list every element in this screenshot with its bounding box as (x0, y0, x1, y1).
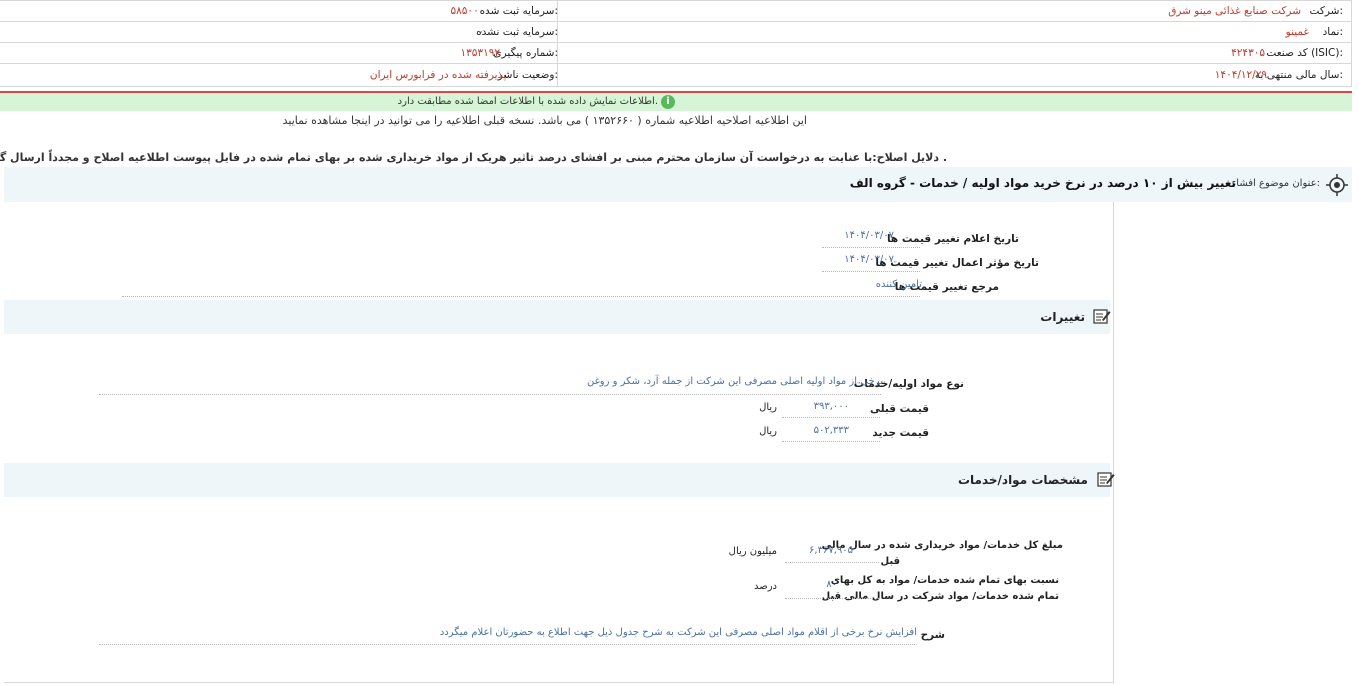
total-amount-unit: میلیون ریال (728, 546, 777, 557)
old-price-underline (782, 417, 880, 418)
old-price-value: ۳۹۳,۰۰۰ (813, 401, 849, 412)
reference-underline (122, 296, 920, 297)
old-price-label: قیمت قبلی (869, 403, 929, 415)
company-value: شرکت صنایع غذائی مینو شرق (1168, 5, 1301, 17)
reference-value: تامین کننده (875, 279, 922, 290)
fiscal-year-label: سال مالی منتهی به: (1254, 69, 1343, 81)
correction-reason: دلایل اصلاح:با عنایت به درخواست آن سازما… (0, 151, 947, 164)
ratio-label: نسبت بهای تمام شده خدمات/ مواد به کل بها… (830, 575, 1059, 586)
symbol-value: غمینو (1285, 26, 1309, 38)
new-price-underline (782, 441, 880, 442)
symbol-label: نماد: (1322, 26, 1343, 38)
isic-label: کد صنعت (ISIC): (1266, 47, 1343, 59)
description-label: شرح (920, 629, 945, 641)
subject-label: عنوان موضوع افشاء: (1231, 178, 1320, 189)
effective-date-value: ۱۴۰۴/۰۳/۰۷ (844, 254, 894, 265)
edit-icon (1093, 309, 1111, 324)
announce-date-label: تاریخ اعلام تغییر قیمت ها (886, 233, 1019, 245)
ratio-value: ۸۰ (826, 579, 837, 590)
description-value: افزایش نرخ برخی از اقلام مواد اصلی مصرفی… (439, 627, 917, 638)
ratio-underline (785, 598, 879, 599)
effective-date-label: تاریخ مؤثر اعمال تغییر قیمت ها (875, 257, 1039, 269)
changes-title: تغییرات (1040, 310, 1085, 324)
edit-icon (1097, 472, 1115, 487)
total-amount-underline (785, 562, 879, 563)
publisher-status-label: وضعیت ناشر: (497, 69, 558, 81)
fiscal-year-value: ۱۴۰۴/۱۲/۲۹ (1214, 69, 1267, 81)
target-icon (1326, 174, 1348, 196)
isic-value: ۴۲۴۳۰۵ (1231, 47, 1265, 59)
description-underline (99, 644, 917, 645)
publisher-status-value: پذیرفته شده در فرابورس ایران (369, 69, 506, 81)
new-price-label: قیمت جدید (872, 427, 929, 439)
subject-band: عنوان موضوع افشاء: تغییر بیش از ۱۰ درصد … (4, 167, 1352, 202)
registered-capital-label: سرمایه ثبت شده: (479, 5, 558, 17)
total-amount-label-cont: قبل (880, 556, 900, 567)
signature-match-text: اطلاعات نمایش داده شده با اطلاعات امضا ش… (397, 96, 658, 107)
total-amount-label: مبلغ کل خدمات/ مواد خریداری شده در سال م… (821, 540, 1063, 551)
specs-band: مشخصات مواد/خدمات (4, 463, 1115, 497)
ratio-label-cont: تمام شده خدمات/ مواد شرکت در سال مالی قب… (821, 591, 1059, 602)
ratio-unit: درصد (753, 581, 777, 592)
subject-value: تغییر بیش از ۱۰ درصد در نرخ خرید مواد او… (849, 176, 1236, 190)
correction-notice[interactable]: این اطلاعیه اصلاحیه اطلاعیه شماره ( ۱۳۵۲… (283, 114, 807, 127)
tracking-label: شماره پیگیری: (493, 47, 558, 59)
changes-band: تغییرات (4, 300, 1111, 334)
content-panel (4, 202, 1114, 683)
tracking-value: ۱۳۵۳۱۹۲ (460, 47, 500, 59)
new-price-value: ۵۰۲,۳۳۳ (813, 425, 849, 436)
signature-match-bar: i اطلاعات نمایش داده شده با اطلاعات امضا… (0, 91, 1352, 111)
announce-date-value: ۱۴۰۴/۰۳/۰۷ (844, 230, 894, 241)
header-table: شرکت: شرکت صنایع غذائی مینو شرق سرمایه ث… (0, 0, 1352, 87)
material-type-underline (99, 394, 881, 395)
announce-date-underline (822, 247, 920, 248)
material-type-value: برخی از مواد اولیه اصلی مصرفی این شرکت ا… (586, 376, 883, 387)
unregistered-capital-value: ۰ (478, 26, 484, 38)
info-icon: i (661, 95, 675, 109)
old-price-unit: ریال (759, 402, 777, 413)
specs-title: مشخصات مواد/خدمات (957, 473, 1088, 487)
new-price-unit: ریال (759, 426, 777, 437)
unregistered-capital-label: سرمایه ثبت نشده: (476, 26, 558, 38)
total-amount-value: ۶,۳۶۷,۹۰۵ (809, 545, 853, 556)
company-label: شرکت: (1309, 5, 1343, 17)
effective-date-underline (822, 271, 920, 272)
registered-capital-value: ۵۸۵۰۰۰۰ (450, 5, 490, 17)
